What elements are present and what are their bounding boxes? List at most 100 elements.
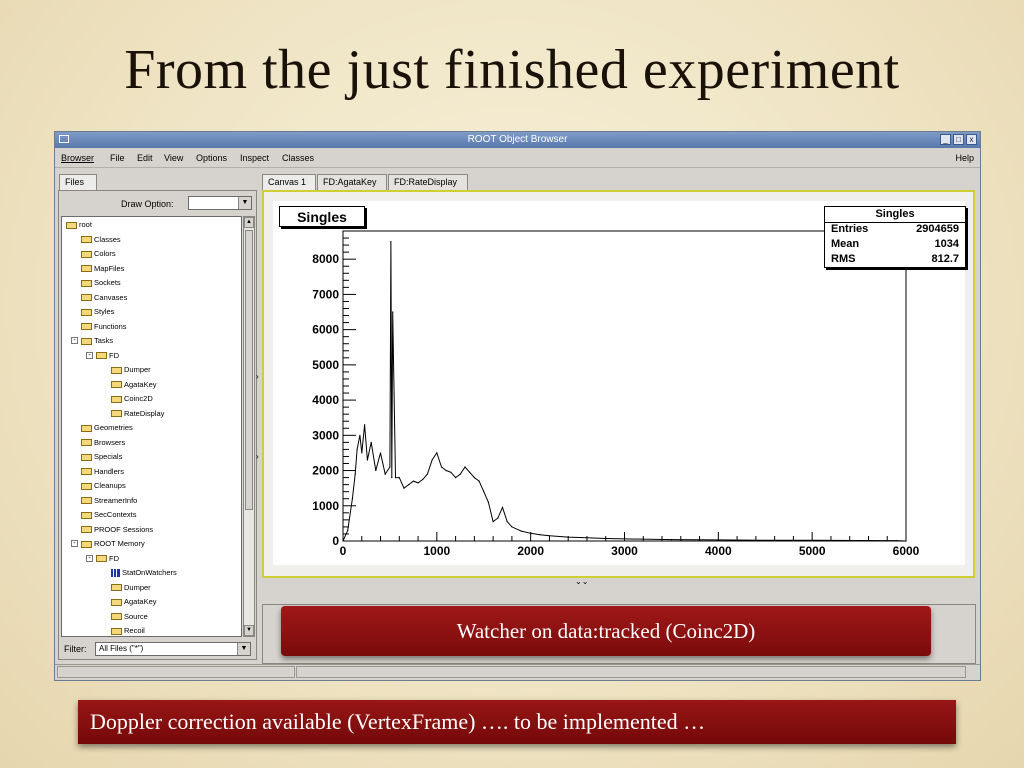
tree-item[interactable]: StatOnWatchers [111,567,177,579]
scroll-up-icon[interactable]: ▲ [244,217,254,228]
folder-open-icon [96,352,107,360]
tree-item[interactable]: root [66,219,92,231]
tree-item[interactable]: RateDisplay [111,408,164,420]
tree-item[interactable]: Handlers [81,466,124,478]
data-point [431,459,433,461]
object-tree: root Classes Colors MapFiles Sockets Canvases… [61,216,242,637]
collapse-icon[interactable]: - [86,554,93,562]
y-tick-label: 7000 [312,287,339,301]
tree-item[interactable]: Coinc2D [111,393,153,405]
tree-item[interactable]: Geometries [81,422,133,434]
tab-fd-agatakey[interactable]: FD:AgataKey [317,174,387,190]
collapse-icon[interactable]: - [71,540,78,547]
tab-fd-ratedisplay[interactable]: FD:RateDisplay [388,174,468,190]
stats-row-rms: RMS 812.7 [831,252,959,267]
folder-icon [81,294,92,302]
folder-icon [111,366,122,374]
window-titlebar[interactable]: ROOT Object Browser _ □ x [55,132,980,148]
chevron-down-icon[interactable]: ▼ [237,643,250,655]
data-point [717,539,719,541]
tree-item[interactable]: Functions [81,321,127,333]
tree-item[interactable]: Styles [81,306,114,318]
tab-canvas-1[interactable]: Canvas 1 [262,174,316,190]
tree-item[interactable]: Recoil [111,625,145,636]
y-tick-label: 3000 [312,428,339,442]
plot-pad[interactable]: 0 1000 2000 3000 4000 5000 6000 0 1000 2000 3000 40… [273,201,966,565]
tree-item[interactable]: Source [111,611,148,623]
tree-item[interactable]: AgataKey [111,596,157,608]
tree-item[interactable]: MapFiles [81,263,124,275]
data-point [354,473,356,475]
scroll-down-icon[interactable]: ▼ [244,625,254,636]
tree-item[interactable]: Dumper [111,364,151,376]
tree-item[interactable]: Classes [81,234,121,246]
tree-item[interactable]: - Tasks [71,335,113,347]
tree-item-label: AgataKey [124,379,157,389]
data-point [375,469,377,472]
tree-item-label: Classes [94,234,121,244]
maximize-button[interactable]: □ [953,134,964,145]
tree-item[interactable]: AgataKey [111,379,157,391]
tree-item[interactable]: Specials [81,451,122,463]
tree-item[interactable]: - FD [86,350,119,362]
collapse-icon[interactable]: - [86,351,93,359]
tree-item[interactable]: StreamerInfo [81,495,137,507]
tree-item-label: SecContexts [94,510,137,519]
menu-view[interactable]: View [164,153,183,163]
tree-item[interactable]: SecContexts [81,509,137,521]
status-cell [296,666,966,678]
splitter-arrow-icon[interactable]: › [256,372,259,381]
data-point [436,452,438,454]
close-button[interactable]: x [966,134,977,145]
data-point [501,506,504,509]
menu-edit[interactable]: Edit [137,153,153,163]
tree-item[interactable]: Canvases [81,292,127,304]
tree-item-label: Geometries [94,423,133,432]
menu-help[interactable]: Help [955,153,974,163]
splitter-handle[interactable]: ⌄⌄ [575,577,588,586]
draw-option-select[interactable]: ▼ [188,196,252,210]
tree-item[interactable]: Colors [81,248,116,260]
tree-scrollbar[interactable]: ▲ ▼ [243,216,255,637]
data-point [511,526,513,528]
folder-icon [111,613,122,621]
data-point [398,476,400,479]
y-tick-label: 0 [332,534,339,548]
tree-item[interactable]: Browsers [81,437,125,449]
tree-item[interactable]: PROOF Sessions [81,524,153,536]
stats-value: 812.7 [931,253,959,265]
menu-browser[interactable]: Browser [61,153,94,163]
data-point [469,471,471,473]
data-point [905,540,907,542]
data-point [506,521,508,523]
tree-item[interactable]: Sockets [81,277,121,289]
splitter-arrow-icon[interactable]: › [256,452,259,461]
x-tick-label: 3000 [611,544,638,558]
data-point [492,521,494,523]
menu-inspect[interactable]: Inspect [240,153,269,163]
y-tick-label: 8000 [312,252,339,266]
root-canvas[interactable]: 0 1000 2000 3000 4000 5000 6000 0 1000 2000 3000 40… [262,190,975,578]
tree-item[interactable]: Cleanups [81,480,126,492]
tree-item[interactable]: Dumper [111,582,151,594]
tree-item[interactable]: - FD [86,553,119,565]
scrollbar-thumb[interactable] [245,230,253,510]
stats-box[interactable]: Singles Entries 2904659 Mean 1034 RMS 81… [824,206,966,268]
menu-file[interactable]: File [110,153,125,163]
tree-item[interactable]: - ROOT Memory [71,538,145,550]
menu-options[interactable]: Options [196,153,227,163]
menu-classes[interactable]: Classes [282,153,314,163]
chevron-down-icon[interactable]: ▼ [238,197,251,209]
minimize-button[interactable]: _ [940,134,951,145]
folder-icon [81,453,92,461]
tab-files[interactable]: Files [59,174,97,190]
data-point [539,534,541,536]
data-point [356,448,358,451]
data-point [361,452,363,454]
y-tick-label: 6000 [312,323,339,337]
data-point [455,476,457,479]
x-tick-label: 1000 [423,544,450,558]
filter-select[interactable]: All Files ("*") ▼ [95,642,251,656]
data-point [351,498,353,500]
collapse-icon[interactable]: - [71,337,78,344]
